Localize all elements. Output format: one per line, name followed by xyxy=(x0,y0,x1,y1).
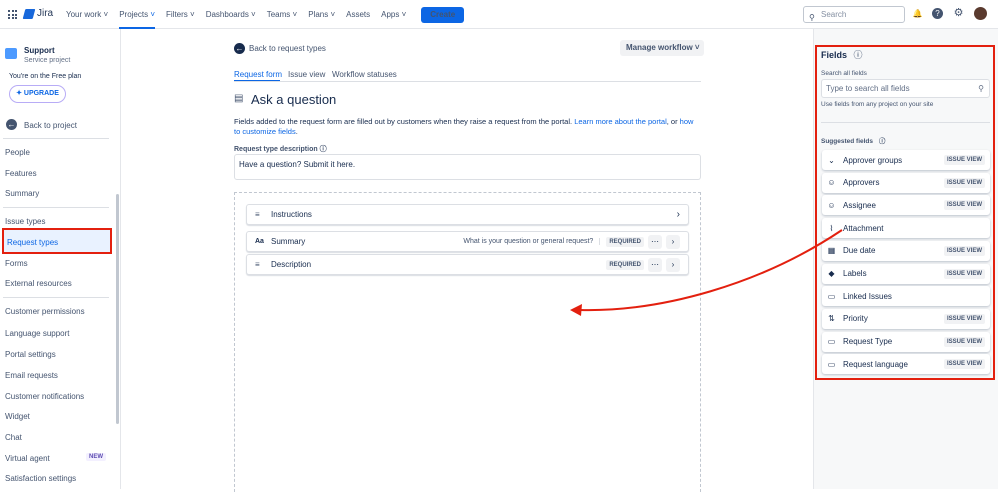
annotation-arrow xyxy=(570,229,843,316)
